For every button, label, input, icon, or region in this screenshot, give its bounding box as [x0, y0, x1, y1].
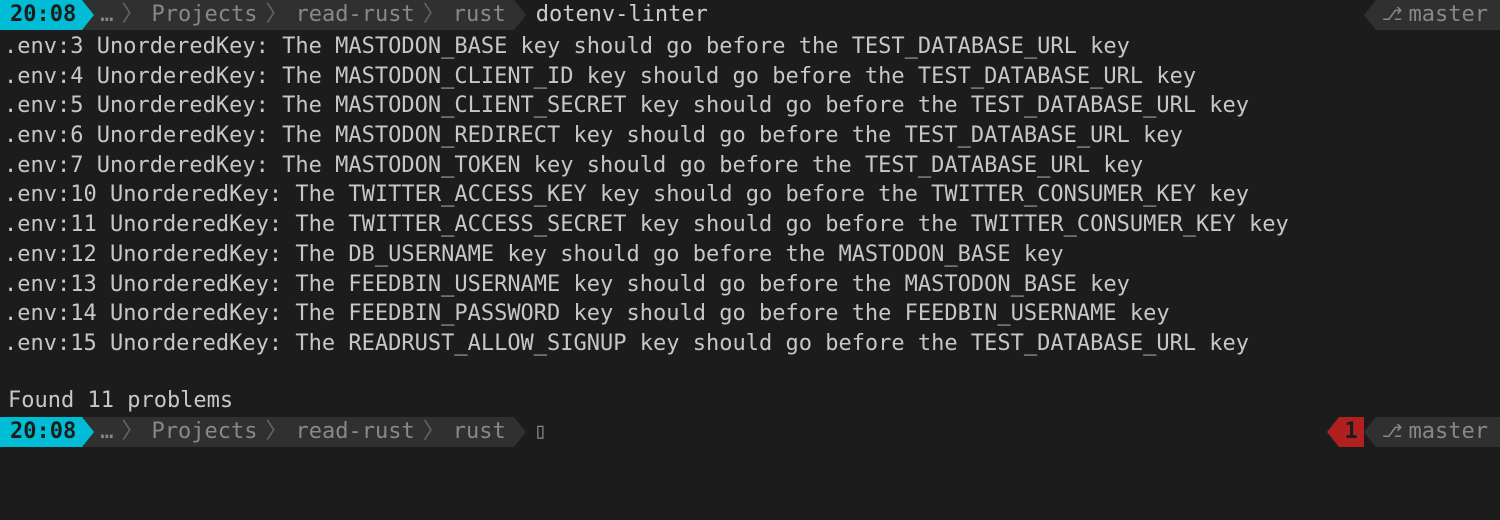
time-segment: 20:08	[0, 417, 82, 447]
powerline-arrow-icon	[514, 0, 526, 30]
output-line: .env:5 UnorderedKey: The MASTODON_CLIENT…	[4, 91, 1496, 121]
clock-time: 20:08	[10, 418, 76, 447]
summary-line: Found 11 problems	[4, 387, 1496, 416]
powerline-arrow-left-icon	[1364, 417, 1376, 447]
git-branch-segment: ⎇ master	[1376, 417, 1500, 447]
exit-code: 1	[1345, 418, 1358, 447]
path-separator-icon: 〉	[121, 1, 143, 30]
output-line: .env:4 UnorderedKey: The MASTODON_CLIENT…	[4, 62, 1496, 92]
time-segment: 20:08	[0, 0, 82, 30]
git-branch-icon: ⎇	[1382, 420, 1403, 443]
git-branch-name: master	[1409, 1, 1488, 30]
output-line: .env:7 UnorderedKey: The MASTODON_TOKEN …	[4, 151, 1496, 181]
git-branch-name: master	[1409, 418, 1488, 447]
right-prompt: 1 ⎇ master	[1327, 417, 1500, 447]
path-ellipsis: …	[100, 418, 113, 447]
powerline-arrow-left-icon	[1327, 417, 1339, 447]
output-line: .env:12 UnorderedKey: The DB_USERNAME ke…	[4, 240, 1496, 270]
prompt-line-1: 20:08 … 〉 Projects 〉 read-rust 〉 rust do…	[0, 0, 1500, 30]
path-part: Projects	[152, 418, 258, 447]
output-line: .env:14 UnorderedKey: The FEEDBIN_PASSWO…	[4, 299, 1496, 329]
path-part: rust	[453, 418, 506, 447]
prompt-line-2[interactable]: 20:08 … 〉 Projects 〉 read-rust 〉 rust ▯ …	[0, 417, 1500, 447]
path-separator-icon: 〉	[121, 418, 143, 447]
output-line: .env:11 UnorderedKey: The TWITTER_ACCESS…	[4, 210, 1496, 240]
current-directory: dotenv-linter	[526, 1, 708, 30]
terminal-output[interactable]: .env:3 UnorderedKey: The MASTODON_BASE k…	[0, 30, 1500, 417]
git-branch-icon: ⎇	[1382, 3, 1403, 26]
path-separator-icon: 〉	[265, 418, 287, 447]
path-separator-icon: 〉	[423, 1, 445, 30]
git-branch-segment: ⎇ master	[1376, 0, 1500, 30]
path-part: Projects	[152, 1, 258, 30]
powerline-arrow-icon	[82, 0, 94, 30]
powerline-arrow-icon	[82, 417, 94, 447]
path-segment: … 〉 Projects 〉 read-rust 〉 rust	[82, 417, 513, 447]
path-separator-icon: 〉	[423, 418, 445, 447]
powerline-arrow-icon	[514, 417, 526, 447]
path-ellipsis: …	[100, 1, 113, 30]
path-segment: … 〉 Projects 〉 read-rust 〉 rust	[82, 0, 513, 30]
path-part: read-rust	[295, 418, 414, 447]
path-separator-icon: 〉	[265, 1, 287, 30]
cursor-icon[interactable]: ▯	[526, 418, 547, 447]
output-line: .env:6 UnorderedKey: The MASTODON_REDIRE…	[4, 121, 1496, 151]
path-part: read-rust	[295, 1, 414, 30]
right-prompt: ⎇ master	[1364, 0, 1500, 30]
powerline-arrow-left-icon	[1364, 0, 1376, 30]
clock-time: 20:08	[10, 1, 76, 30]
output-line: .env:15 UnorderedKey: The READRUST_ALLOW…	[4, 329, 1496, 359]
exit-code-segment: 1	[1339, 417, 1364, 447]
output-line: .env:3 UnorderedKey: The MASTODON_BASE k…	[4, 32, 1496, 62]
path-part: rust	[453, 1, 506, 30]
output-line: .env:13 UnorderedKey: The FEEDBIN_USERNA…	[4, 270, 1496, 300]
output-line: .env:10 UnorderedKey: The TWITTER_ACCESS…	[4, 180, 1496, 210]
